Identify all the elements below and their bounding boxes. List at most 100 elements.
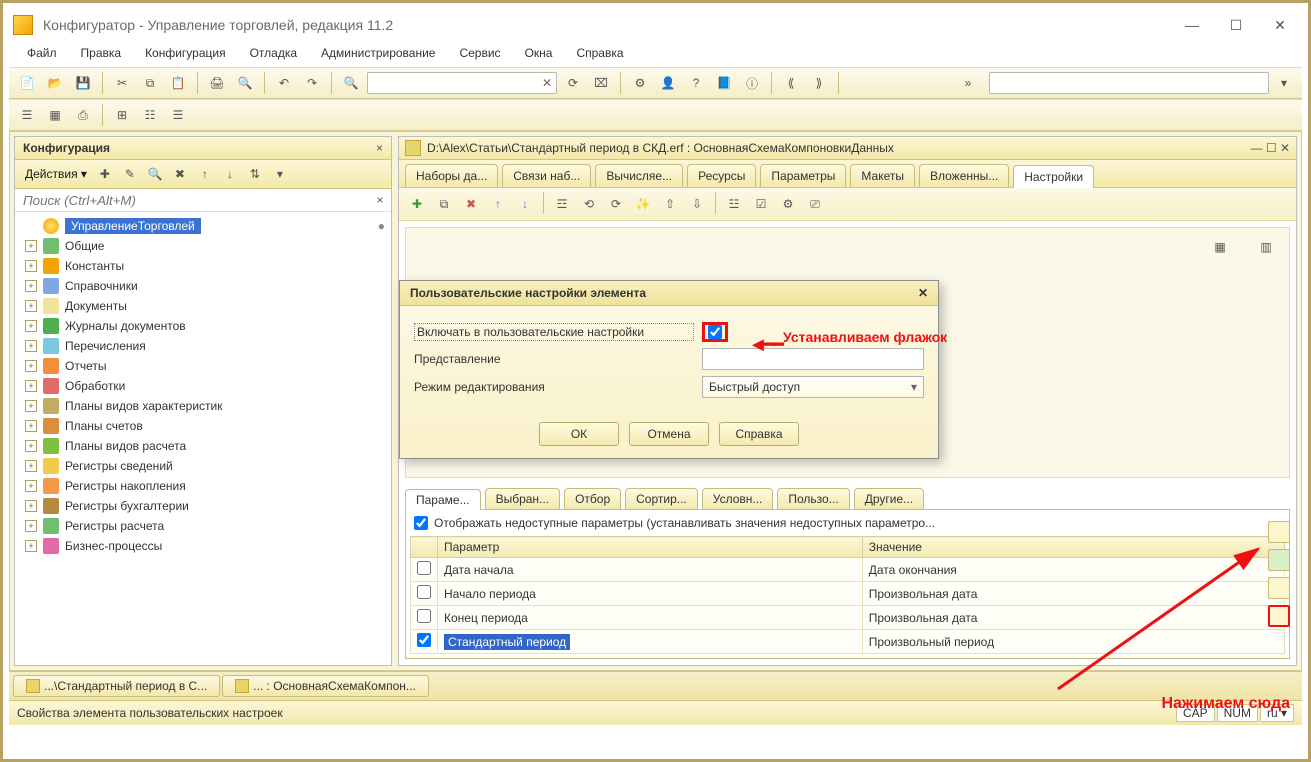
dialog-close-icon[interactable]: ✕ — [918, 286, 928, 300]
tree-label[interactable]: Регистры бухгалтерии — [65, 499, 189, 513]
st3-icon[interactable]: ⎙ — [71, 103, 95, 127]
tree-label[interactable]: Регистры расчета — [65, 519, 164, 533]
rt-t3-icon[interactable]: ⟳ — [604, 192, 628, 216]
tool1-icon[interactable]: ⚙ — [628, 71, 652, 95]
tree-label[interactable]: Документы — [65, 299, 127, 313]
subtab-user[interactable]: Пользо... — [777, 488, 849, 509]
side-usersettings-icon[interactable] — [1268, 605, 1290, 627]
tab-links[interactable]: Связи наб... — [502, 164, 591, 187]
rt-t1-icon[interactable]: ☲ — [550, 192, 574, 216]
tree-label[interactable]: Общие — [65, 239, 104, 253]
tree-search-input[interactable] — [15, 189, 369, 211]
right-dropdown[interactable] — [989, 72, 1269, 94]
tree-label[interactable]: Справочники — [65, 279, 138, 293]
rt-up-icon[interactable]: ↑ — [486, 192, 510, 216]
maximize-button[interactable]: ☐ — [1214, 12, 1258, 38]
tree-label[interactable]: Планы видов расчета — [65, 439, 186, 453]
cfg-down-icon[interactable]: ↓ — [219, 163, 241, 185]
tool4-icon[interactable]: 📘 — [712, 71, 736, 95]
tab-calc[interactable]: Вычисляе... — [595, 164, 683, 187]
tree-label[interactable]: Перечисления — [65, 339, 146, 353]
paste-icon[interactable]: 📋 — [166, 71, 190, 95]
show-unavailable-checkbox[interactable] — [414, 516, 428, 530]
open-icon[interactable]: 📂 — [43, 71, 67, 95]
row-check[interactable] — [417, 633, 431, 647]
dd-arrow-icon[interactable]: ▾ — [1272, 71, 1296, 95]
cfg-sort-icon[interactable]: ⇅ — [244, 163, 266, 185]
st1-icon[interactable]: ☰ — [15, 103, 39, 127]
tree-label[interactable]: Планы видов характеристик — [65, 399, 222, 413]
tree-root[interactable]: + УправлениеТорговлей ● — [15, 216, 391, 236]
tree-label[interactable]: Регистры накопления — [65, 479, 186, 493]
tree-search-clear-icon[interactable]: × — [369, 193, 391, 207]
menu-help[interactable]: Справка — [568, 43, 631, 63]
canvas-tool1-icon[interactable]: ▦ — [1207, 234, 1233, 260]
rt-t10-icon[interactable]: ⎚ — [803, 192, 827, 216]
row-check[interactable] — [417, 561, 431, 575]
menu-edit[interactable]: Правка — [73, 43, 130, 63]
menu-service[interactable]: Сервис — [451, 43, 508, 63]
table-row[interactable]: Начало периода Произвольная дата — [411, 582, 1285, 606]
editmode-select[interactable]: Быстрый доступ ▾ — [702, 376, 924, 398]
menu-windows[interactable]: Окна — [517, 43, 561, 63]
find-icon[interactable]: 🔍 — [339, 71, 363, 95]
tool2-icon[interactable]: 👤 — [656, 71, 680, 95]
canvas-tool2-icon[interactable]: ▥ — [1253, 234, 1279, 260]
cfg-del-icon[interactable]: ✖ — [169, 163, 191, 185]
rt-t6-icon[interactable]: ⇩ — [685, 192, 709, 216]
subtab-params[interactable]: Параме... — [405, 489, 481, 510]
save-icon[interactable]: 💾 — [71, 71, 95, 95]
side-check-icon[interactable] — [1268, 549, 1290, 571]
table-row[interactable]: Конец периода Произвольная дата — [411, 606, 1285, 630]
tool7-icon[interactable]: ⟫ — [807, 71, 831, 95]
copy-icon[interactable]: ⧉ — [138, 71, 162, 95]
tool3-icon[interactable]: ? — [684, 71, 708, 95]
help-button[interactable]: Справка — [719, 422, 799, 446]
minimize-button[interactable]: — — [1170, 12, 1214, 38]
actions-dropdown[interactable]: Действия ▾ — [21, 165, 91, 183]
search-field[interactable]: ✕ — [367, 72, 557, 94]
rt-t5-icon[interactable]: ⇧ — [658, 192, 682, 216]
tree-label[interactable]: Планы счетов — [65, 419, 143, 433]
st4-icon[interactable]: ⊞ — [110, 103, 134, 127]
table-row[interactable]: Дата начала Дата окончания — [411, 558, 1285, 582]
cfg-tool2-icon[interactable]: 🔍 — [144, 163, 166, 185]
rt-t7-icon[interactable]: ☳ — [722, 192, 746, 216]
cut-icon[interactable]: ✂ — [110, 71, 134, 95]
tool6-icon[interactable]: ⟪ — [779, 71, 803, 95]
rt-copy-icon[interactable]: ⧉ — [432, 192, 456, 216]
tree-label[interactable]: Отчеты — [65, 359, 106, 373]
rt-t8-icon[interactable]: ☑ — [749, 192, 773, 216]
subtab-selected[interactable]: Выбран... — [485, 488, 560, 509]
rt-t9-icon[interactable]: ⚙ — [776, 192, 800, 216]
row-check[interactable] — [417, 609, 431, 623]
tab-resources[interactable]: Ресурсы — [687, 164, 756, 187]
subtab-filter[interactable]: Отбор — [564, 488, 621, 509]
clear-search-icon[interactable]: ✕ — [538, 76, 556, 90]
tab-datasets[interactable]: Наборы да... — [405, 164, 498, 187]
st2-icon[interactable]: ▦ — [43, 103, 67, 127]
side-edit-icon[interactable] — [1268, 521, 1290, 543]
cfg-filter-icon[interactable]: ▾ — [269, 163, 291, 185]
tree-label[interactable]: Журналы документов — [65, 319, 186, 333]
tab-templates[interactable]: Макеты — [850, 164, 915, 187]
table-row-selected[interactable]: Стандартный период Произвольный период — [411, 630, 1285, 654]
rt-t2-icon[interactable]: ⟲ — [577, 192, 601, 216]
st5-icon[interactable]: ☷ — [138, 103, 162, 127]
window-tab-2[interactable]: ... : ОсновнаяСхемаКомпон... — [222, 675, 429, 697]
subtab-other[interactable]: Другие... — [854, 488, 924, 509]
col-param[interactable]: Параметр — [438, 537, 863, 558]
tree-label[interactable]: Бизнес-процессы — [65, 539, 162, 553]
close-button[interactable]: ✕ — [1258, 12, 1302, 38]
cfg-tool1-icon[interactable]: ✎ — [119, 163, 141, 185]
window-tab-1[interactable]: ...\Стандартный период в С... — [13, 675, 220, 697]
dialog-title[interactable]: Пользовательские настройки элемента ✕ — [400, 281, 938, 306]
menu-admin[interactable]: Администрирование — [313, 43, 443, 63]
tree-label[interactable]: Обработки — [65, 379, 125, 393]
menu-debug[interactable]: Отладка — [242, 43, 305, 63]
subtab-sort[interactable]: Сортир... — [625, 488, 698, 509]
tree-label[interactable]: Константы — [65, 259, 124, 273]
config-tree[interactable]: + УправлениеТорговлей ● +Общие +Констант… — [15, 212, 391, 665]
representation-input[interactable] — [702, 348, 924, 370]
side-copy-icon[interactable] — [1268, 577, 1290, 599]
